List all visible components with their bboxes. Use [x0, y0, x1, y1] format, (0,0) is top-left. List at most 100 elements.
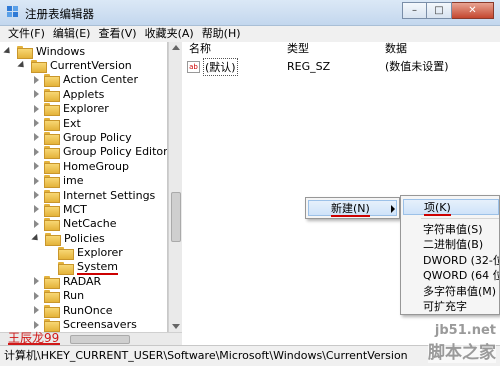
- expand-arrow-icon[interactable]: [34, 306, 39, 315]
- new-menu-label: 新建(N): [331, 202, 370, 217]
- submenu-item[interactable]: 可扩充字: [401, 299, 497, 314]
- value-row[interactable]: ab (默认): [187, 58, 238, 76]
- expand-arrow-icon[interactable]: [34, 104, 39, 113]
- expand-arrow-icon[interactable]: [34, 291, 39, 300]
- scroll-thumb[interactable]: [171, 192, 181, 242]
- new-menu-item[interactable]: 新建(N): [308, 200, 397, 217]
- collapse-arrow-icon[interactable]: [17, 60, 27, 70]
- tree-item-label: Group Policy: [63, 130, 132, 144]
- tree-item[interactable]: Policies: [31, 231, 105, 246]
- tree-item-label: Action Center: [63, 73, 138, 87]
- tree-item-label: MCT: [63, 202, 87, 216]
- tree-vertical-scrollbar[interactable]: [168, 42, 182, 332]
- submenu-item[interactable]: 字符串值(S): [401, 222, 497, 238]
- tree-item[interactable]: Internet Settings: [32, 188, 156, 203]
- expand-arrow-icon[interactable]: [34, 75, 39, 84]
- folder-icon: [44, 88, 60, 102]
- menu-file[interactable]: 文件(F): [4, 26, 49, 42]
- tree-item[interactable]: CurrentVersion: [17, 58, 132, 73]
- column-header-data[interactable]: 数据: [385, 42, 407, 56]
- maximize-button[interactable]: □: [427, 2, 452, 19]
- collapse-arrow-icon[interactable]: [3, 46, 13, 56]
- menu-bar: 文件(F) 编辑(E) 查看(V) 收藏夹(A) 帮助(H): [0, 26, 500, 42]
- tree-item[interactable]: RunOnce: [32, 303, 113, 318]
- expand-arrow-icon[interactable]: [34, 205, 39, 214]
- tree-item[interactable]: Group Policy Editor: [32, 145, 167, 160]
- tree-item-label: Applets: [63, 87, 105, 101]
- submenu-item-label: DWORD (32-位)值: [423, 253, 499, 267]
- expand-arrow-icon[interactable]: [34, 176, 39, 185]
- tree-item[interactable]: ime: [32, 174, 84, 189]
- menu-view[interactable]: 查看(V): [94, 26, 140, 42]
- folder-icon: [44, 117, 60, 131]
- tree-item[interactable]: MCT: [32, 202, 87, 217]
- tree-item-label: ime: [63, 174, 84, 188]
- minimize-button[interactable]: –: [402, 2, 427, 19]
- expand-arrow-icon[interactable]: [34, 162, 39, 171]
- expand-arrow-icon[interactable]: [34, 320, 39, 329]
- submenu-item[interactable]: 多字符串值(M): [401, 284, 497, 300]
- site-name: 脚本之家: [428, 338, 496, 363]
- tree-item[interactable]: Group Policy: [32, 130, 132, 145]
- submenu-item[interactable]: 项(K): [403, 199, 499, 216]
- tree-item-label: RunOnce: [63, 303, 113, 317]
- tree-item-label: HomeGroup: [63, 159, 129, 173]
- expand-arrow-icon[interactable]: [34, 119, 39, 127]
- registry-editor-icon: [7, 6, 18, 17]
- scroll-up-icon[interactable]: [172, 45, 180, 50]
- status-bar: 计算机\HKEY_CURRENT_USER\Software\Microsoft…: [0, 345, 500, 366]
- expand-arrow-icon[interactable]: [34, 277, 39, 286]
- folder-icon: [44, 175, 60, 189]
- tree-item[interactable]: Applets: [32, 87, 105, 102]
- submenu-item-label: 可扩充字: [423, 300, 467, 313]
- registry-path: 计算机\HKEY_CURRENT_USER\Software\Microsoft…: [4, 349, 408, 362]
- submenu-arrow-icon: [391, 205, 395, 213]
- menu-favorites[interactable]: 收藏夹(A): [141, 26, 198, 42]
- expand-arrow-icon[interactable]: [34, 90, 39, 99]
- tree-item-label: Explorer: [63, 102, 109, 116]
- submenu-item[interactable]: 二进制值(B): [401, 237, 497, 253]
- tree-item[interactable]: RADAR: [32, 274, 101, 289]
- submenu-item-label: QWORD (64 位)值: [423, 269, 499, 282]
- tree-item-label: Run: [63, 289, 85, 303]
- folder-icon: [44, 131, 60, 145]
- tree-item-label: Ext: [63, 116, 81, 130]
- value-name: (默认): [203, 58, 238, 76]
- scroll-down-icon[interactable]: [172, 324, 180, 329]
- registry-tree[interactable]: Windows CurrentVersion Action Center Applet…: [0, 42, 168, 332]
- new-submenu: 项(K) 字符串值(S) 二进制值(B) DWORD (32-位)值 QWORD (64…: [400, 195, 500, 315]
- menu-edit[interactable]: 编辑(E): [49, 26, 95, 42]
- expand-arrow-icon[interactable]: [34, 147, 39, 156]
- close-button[interactable]: ✕: [452, 2, 494, 19]
- submenu-item[interactable]: QWORD (64 位)值: [401, 268, 499, 284]
- tree-item[interactable]: NetCache: [32, 217, 117, 232]
- folder-icon: [44, 304, 60, 318]
- submenu-item[interactable]: DWORD (32-位)值: [401, 253, 499, 269]
- folder-icon: [44, 74, 60, 88]
- folder-icon: [31, 59, 47, 73]
- tree-item[interactable]: Windows: [3, 44, 85, 59]
- column-header-type[interactable]: 类型: [287, 42, 309, 56]
- folder-icon: [44, 160, 60, 174]
- submenu-item-label: 项(K): [424, 201, 451, 216]
- column-header-name[interactable]: 名称: [189, 42, 211, 56]
- tree-item[interactable]: HomeGroup: [32, 159, 129, 174]
- expand-arrow-icon[interactable]: [34, 133, 39, 142]
- hscroll-thumb[interactable]: [70, 335, 130, 344]
- menu-help[interactable]: 帮助(H): [198, 26, 245, 42]
- site-url: jb51.net: [434, 323, 496, 338]
- tree-item[interactable]: System: [46, 260, 119, 275]
- ab-string-icon: ab: [187, 61, 200, 73]
- tree-item[interactable]: Action Center: [32, 73, 138, 88]
- tree-item-label: CurrentVersion: [50, 58, 132, 72]
- window-controls: – □ ✕: [402, 2, 494, 19]
- expand-arrow-icon[interactable]: [34, 219, 39, 228]
- tree-item[interactable]: Explorer: [32, 102, 109, 117]
- tree-item[interactable]: Ext: [32, 116, 81, 131]
- tree-item-label: Internet Settings: [63, 188, 156, 202]
- tree-item[interactable]: Run: [32, 289, 85, 304]
- collapse-arrow-icon[interactable]: [31, 233, 41, 243]
- tree-item[interactable]: Explorer: [46, 246, 123, 261]
- submenu-item-label: 多字符串值(M): [423, 284, 497, 298]
- expand-arrow-icon[interactable]: [34, 191, 39, 199]
